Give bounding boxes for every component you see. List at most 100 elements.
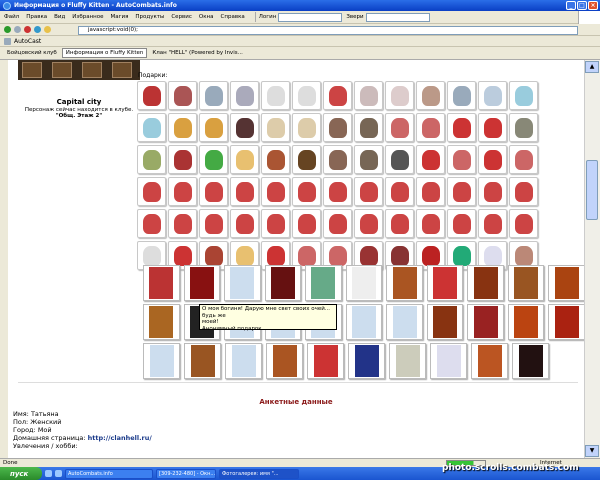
- gift-thumb[interactable]: [354, 177, 383, 206]
- gift-thumb[interactable]: [137, 113, 166, 142]
- card-thumb[interactable]: [386, 304, 423, 340]
- card-thumb[interactable]: [467, 265, 504, 301]
- card-thumb[interactable]: [426, 265, 464, 301]
- task-gallery[interactable]: Фотогалерея: имя "...: [219, 468, 299, 479]
- gift-thumb[interactable]: [385, 113, 414, 142]
- gift-thumb[interactable]: [168, 209, 197, 238]
- gift-thumb[interactable]: [261, 177, 290, 206]
- gift-thumb[interactable]: [416, 81, 445, 110]
- gift-thumb[interactable]: [199, 81, 228, 110]
- card-thumb[interactable]: [471, 343, 508, 379]
- gift-thumb[interactable]: [354, 81, 383, 110]
- gift-thumb[interactable]: [416, 145, 445, 174]
- forward-icon[interactable]: [14, 26, 21, 33]
- card-thumb[interactable]: [345, 304, 383, 340]
- gift-thumb[interactable]: [199, 209, 228, 238]
- gift-thumb[interactable]: [354, 145, 383, 174]
- gift-thumb[interactable]: [478, 209, 507, 238]
- menu-products[interactable]: Продукты: [135, 14, 164, 20]
- gift-thumb[interactable]: [261, 209, 290, 238]
- gift-thumb[interactable]: [509, 81, 538, 110]
- menu-favorites[interactable]: Избранное: [72, 14, 103, 20]
- card-thumb[interactable]: [224, 265, 261, 301]
- card-thumb[interactable]: [345, 265, 383, 301]
- card-thumb[interactable]: [548, 265, 584, 301]
- gift-thumb[interactable]: [137, 145, 166, 174]
- gift-thumb[interactable]: [199, 145, 228, 174]
- gift-thumb[interactable]: [292, 209, 321, 238]
- gift-thumb[interactable]: [230, 113, 259, 142]
- scroll-down-icon[interactable]: ▼: [585, 445, 599, 457]
- minimize-button[interactable]: _: [566, 1, 576, 10]
- card-thumb[interactable]: [548, 304, 584, 340]
- quicklaunch-icon[interactable]: [55, 470, 62, 477]
- task-autocombats[interactable]: AutoCombats.info: [65, 468, 153, 479]
- gift-thumb[interactable]: [230, 177, 259, 206]
- gift-thumb[interactable]: [137, 177, 166, 206]
- gift-thumb[interactable]: [447, 81, 476, 110]
- gift-thumb[interactable]: [199, 113, 228, 142]
- gift-thumb[interactable]: [323, 113, 352, 142]
- gift-thumb[interactable]: [509, 145, 538, 174]
- scroll-up-icon[interactable]: ▲: [585, 61, 599, 73]
- card-thumb[interactable]: [507, 304, 545, 340]
- stop-icon[interactable]: [24, 26, 31, 33]
- gift-thumb[interactable]: [261, 113, 290, 142]
- gift-thumb[interactable]: [447, 177, 476, 206]
- gift-thumb[interactable]: [292, 113, 321, 142]
- gift-thumb[interactable]: [416, 177, 445, 206]
- refresh-icon[interactable]: [34, 26, 41, 33]
- gift-thumb[interactable]: [354, 113, 383, 142]
- gift-thumb[interactable]: [292, 177, 321, 206]
- gift-thumb[interactable]: [292, 81, 321, 110]
- start-button[interactable]: пуск: [0, 467, 42, 480]
- homepage-link[interactable]: http://clanhell.ru/: [88, 434, 152, 442]
- gift-thumb[interactable]: [416, 113, 445, 142]
- card-thumb[interactable]: [143, 343, 180, 379]
- gift-thumb[interactable]: [478, 113, 507, 142]
- card-thumb[interactable]: [512, 343, 549, 379]
- menu-tools[interactable]: Сервис: [171, 14, 192, 20]
- card-thumb[interactable]: [386, 265, 423, 301]
- menu-edit[interactable]: Правка: [26, 14, 47, 20]
- gift-thumb[interactable]: [447, 113, 476, 142]
- gift-thumb[interactable]: [509, 177, 538, 206]
- gift-thumb[interactable]: [230, 209, 259, 238]
- gift-thumb[interactable]: [509, 209, 538, 238]
- gift-thumb[interactable]: [447, 145, 476, 174]
- gift-thumb[interactable]: [447, 209, 476, 238]
- card-thumb[interactable]: [389, 343, 426, 379]
- quicklaunch-icon[interactable]: [45, 470, 52, 477]
- menu-file[interactable]: Файл: [4, 14, 19, 20]
- gift-thumb[interactable]: [478, 177, 507, 206]
- tab-clan[interactable]: Клан "HELL" (Powered by Invis...: [149, 49, 245, 57]
- gift-thumb[interactable]: [261, 81, 290, 110]
- card-thumb[interactable]: [507, 265, 545, 301]
- gift-thumb[interactable]: [230, 81, 259, 110]
- card-thumb[interactable]: [143, 304, 180, 340]
- gift-thumb[interactable]: [261, 145, 290, 174]
- card-thumb[interactable]: [184, 343, 221, 379]
- menu-help[interactable]: Справка: [221, 14, 245, 20]
- card-thumb[interactable]: [307, 343, 344, 379]
- vertical-scrollbar[interactable]: [584, 60, 600, 458]
- gift-thumb[interactable]: [385, 81, 414, 110]
- gift-thumb[interactable]: [478, 145, 507, 174]
- gift-thumb[interactable]: [292, 145, 321, 174]
- menu-windows[interactable]: Окна: [199, 14, 214, 20]
- gift-thumb[interactable]: [323, 145, 352, 174]
- gift-thumb[interactable]: [323, 81, 352, 110]
- gift-thumb[interactable]: [323, 177, 352, 206]
- card-thumb[interactable]: [225, 343, 262, 379]
- login-select[interactable]: [278, 12, 343, 22]
- gift-thumb[interactable]: [416, 209, 445, 238]
- card-thumb[interactable]: [266, 343, 303, 379]
- card-thumb[interactable]: [348, 343, 385, 379]
- gift-thumb[interactable]: [478, 81, 507, 110]
- card-thumb[interactable]: [143, 265, 180, 301]
- gift-thumb[interactable]: [354, 209, 383, 238]
- gift-thumb[interactable]: [168, 145, 197, 174]
- close-button[interactable]: ×: [588, 1, 598, 10]
- autocast-link[interactable]: AutoCast: [14, 38, 41, 45]
- card-thumb[interactable]: [430, 343, 467, 379]
